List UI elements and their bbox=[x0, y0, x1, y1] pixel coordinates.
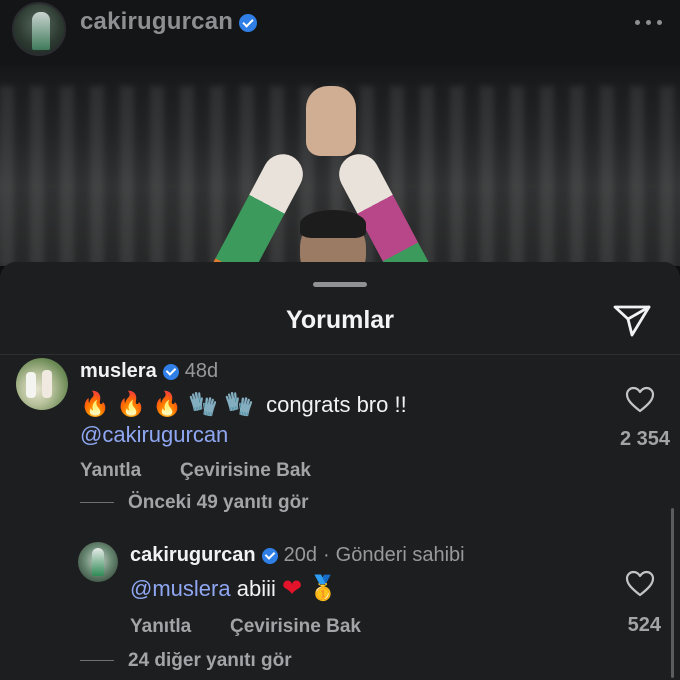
heart-outline-icon[interactable] bbox=[625, 386, 655, 414]
fire-emoji-icon: 🔥 bbox=[116, 390, 146, 418]
verified-badge-icon bbox=[261, 547, 278, 564]
post-header: cakirugurcan bbox=[0, 0, 680, 66]
send-icon[interactable] bbox=[612, 302, 652, 338]
meta-separator: · bbox=[322, 544, 330, 566]
author-tag: Gönderi sahibi bbox=[335, 544, 465, 566]
translate-button[interactable]: Çevirisine Bak bbox=[180, 460, 311, 482]
comment-age: 48d bbox=[184, 360, 219, 382]
verified-badge-icon bbox=[162, 363, 179, 380]
like-count: 2 354 bbox=[619, 428, 670, 450]
fire-emoji-icon: 🔥 bbox=[80, 390, 110, 418]
scrollbar[interactable] bbox=[671, 508, 674, 678]
view-more-replies-button[interactable]: 24 diğer yanıtı gör bbox=[80, 650, 292, 672]
thread-line bbox=[80, 502, 114, 504]
comment-mention[interactable]: @cakirugurcan bbox=[80, 422, 228, 448]
reply-avatar[interactable] bbox=[78, 542, 118, 582]
fire-emoji-icon: 🔥 bbox=[152, 390, 182, 418]
drag-handle[interactable] bbox=[313, 282, 367, 287]
author-username[interactable]: cakirugurcan bbox=[80, 8, 258, 36]
glove-emoji-icon: 🧤 bbox=[224, 390, 254, 418]
reply-mention[interactable]: @muslera bbox=[130, 576, 231, 601]
view-previous-replies-button[interactable]: Önceki 49 yanıtı gör bbox=[80, 492, 309, 514]
post-image bbox=[0, 66, 680, 266]
heart-outline-icon[interactable] bbox=[625, 570, 655, 598]
divider bbox=[0, 354, 680, 355]
thread-line bbox=[80, 660, 114, 662]
reply-age: 20d bbox=[283, 544, 317, 566]
comment-username[interactable]: muslera 48d bbox=[80, 360, 218, 383]
reply-username[interactable]: cakirugurcan 20d · Gönderi sahibi bbox=[130, 544, 465, 567]
like-count: 524 bbox=[627, 614, 661, 636]
reply-text: @muslera abiii ❤ 🥇 bbox=[130, 574, 339, 602]
sheet-title: Yorumlar bbox=[286, 306, 394, 334]
reply-button[interactable]: Yanıtla bbox=[80, 460, 141, 482]
gold-medal-emoji-icon: 🥇 bbox=[308, 574, 339, 602]
more-horizontal-icon[interactable] bbox=[634, 18, 664, 28]
translate-button[interactable]: Çevirisine Bak bbox=[230, 616, 361, 638]
reply-button[interactable]: Yanıtla bbox=[130, 616, 191, 638]
glove-emoji-icon: 🧤 bbox=[188, 390, 218, 418]
commenter-avatar[interactable] bbox=[16, 358, 68, 410]
red-heart-emoji-icon: ❤ bbox=[281, 574, 303, 602]
verified-badge-icon bbox=[239, 13, 258, 32]
author-avatar[interactable] bbox=[12, 2, 66, 56]
comment-text: 🔥 🔥 🔥 🧤 🧤 congrats bro !! bbox=[80, 390, 407, 418]
